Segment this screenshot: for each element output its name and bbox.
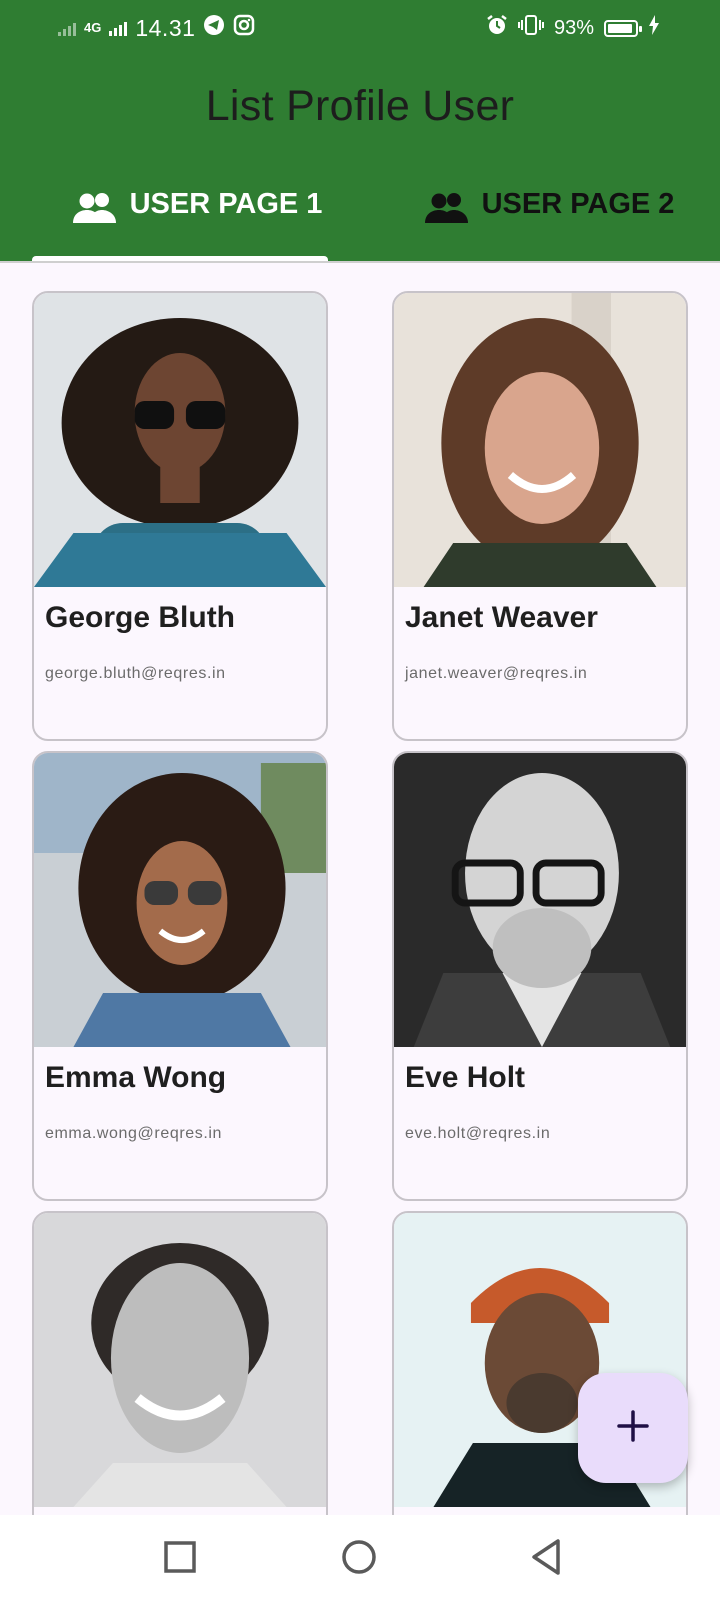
add-user-button[interactable]: [578, 1373, 688, 1483]
alarm-icon: [486, 14, 508, 42]
user-grid[interactable]: George Bluth george.bluth@reqres.in Jane…: [0, 263, 720, 1515]
battery-icon: [604, 19, 642, 37]
signal-icon: [58, 20, 76, 36]
user-name: Janet Weaver: [405, 601, 598, 634]
page-title: List Profile User: [205, 82, 515, 130]
tab-label: USER PAGE 1: [129, 188, 323, 220]
user-name: Emma Wong: [45, 1061, 227, 1094]
user-email: janet.weaver@reqres.in: [405, 665, 588, 682]
user-name: Eve Holt: [405, 1061, 526, 1094]
user-email: george.bluth@reqres.in: [45, 665, 226, 682]
recent-apps-button[interactable]: [160, 1537, 200, 1577]
instagram-icon: [233, 14, 255, 42]
vibrate-icon: [517, 14, 544, 42]
back-icon: [528, 1539, 568, 1581]
network-type: 4G: [84, 20, 102, 35]
app-bar: 4G 14.31 93% List Profile User USER PAGE…: [0, 0, 720, 262]
back-button[interactable]: [528, 1537, 568, 1577]
battery-percent: 93%: [553, 16, 594, 39]
user-photo: [34, 753, 326, 1047]
user-card[interactable]: Janet Weaver janet.weaver@reqres.in: [392, 291, 688, 741]
tab-label: USER PAGE 2: [481, 188, 675, 220]
status-time: 14.31: [135, 14, 196, 41]
home-icon: [339, 1540, 379, 1581]
user-card[interactable]: [32, 1211, 328, 1515]
tab-user-page-2[interactable]: USER PAGE 2: [384, 188, 714, 262]
people-icon: [72, 188, 118, 232]
system-nav-bar: [0, 1515, 720, 1600]
user-photo: [394, 753, 686, 1047]
people-icon: [424, 188, 470, 232]
status-bar: 4G 14.31 93%: [0, 0, 720, 58]
user-photo: [34, 293, 326, 587]
recent-apps-icon: [160, 1541, 200, 1581]
user-card[interactable]: George Bluth george.bluth@reqres.in: [32, 291, 328, 741]
charging-icon: [648, 15, 660, 41]
telegram-icon: [203, 14, 225, 42]
user-photo: [394, 293, 686, 587]
user-name: George Bluth: [45, 601, 236, 634]
user-photo: [34, 1213, 326, 1507]
signal-strength-icon: [109, 20, 128, 36]
tab-user-page-1[interactable]: USER PAGE 1: [32, 188, 362, 262]
user-card[interactable]: Eve Holt eve.holt@reqres.in: [392, 751, 688, 1201]
user-email: eve.holt@reqres.in: [405, 1125, 551, 1142]
plus-icon: [616, 1409, 650, 1448]
user-card[interactable]: Emma Wong emma.wong@reqres.in: [32, 751, 328, 1201]
user-email: emma.wong@reqres.in: [45, 1125, 223, 1142]
home-button[interactable]: [339, 1537, 379, 1577]
